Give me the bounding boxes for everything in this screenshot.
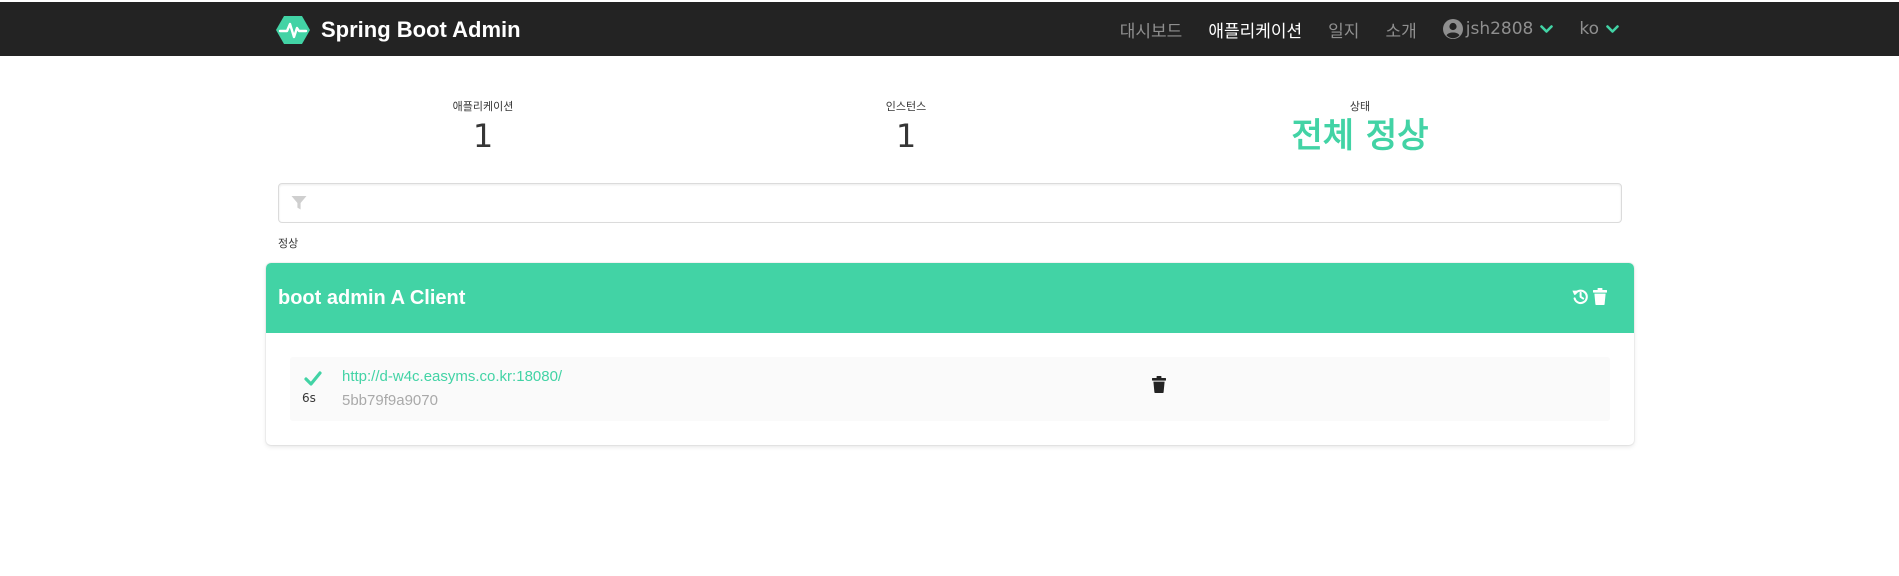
instance-age: 6s — [302, 391, 316, 405]
chevron-down-icon — [1540, 24, 1554, 33]
nav-item-about[interactable]: 소개 — [1385, 17, 1416, 42]
heartbeat-hexagon-icon — [276, 16, 310, 44]
application-actions — [1568, 288, 1607, 309]
chevron-down-icon — [1606, 24, 1619, 33]
nav-item-applications[interactable]: 애플리케이션 — [1208, 17, 1302, 42]
user-menu[interactable]: jsh2808 — [1442, 19, 1554, 39]
instance-url-link[interactable]: http://d-w4c.easyms.co.kr:18080/ — [342, 368, 562, 385]
filter-input[interactable] — [317, 184, 1607, 222]
language-menu[interactable]: ko — [1579, 19, 1619, 39]
user-name: jsh2808 — [1465, 19, 1534, 39]
application-card: boot admin A Client 6s http://d-w4c.easy… — [266, 263, 1634, 445]
brand[interactable]: Spring Boot Admin — [276, 14, 521, 46]
instance-row[interactable]: 6s http://d-w4c.easyms.co.kr:18080/ 5bb7… — [290, 357, 1610, 421]
application-header[interactable]: boot admin A Client — [266, 263, 1634, 333]
applications-stat: 애플리케이션 1 — [418, 100, 548, 156]
nav-menu: 대시보드 애플리케이션 일지 소개 jsh2808 ko — [1094, 2, 1619, 56]
instances-label: 인스턴스 — [885, 100, 927, 113]
language-value: ko — [1579, 19, 1599, 39]
instances-count: 1 — [895, 117, 917, 155]
instances-stat: 인스턴스 1 — [841, 100, 971, 156]
brand-title: Spring Boot Admin — [321, 17, 521, 42]
summary-stats: 애플리케이션 1 인스턴스 1 상태 전체 정상 — [278, 100, 1622, 162]
nav-item-dashboard[interactable]: 대시보드 — [1120, 17, 1183, 42]
instance-id: 5bb79f9a9070 — [342, 392, 438, 409]
trash-icon[interactable] — [1152, 376, 1166, 397]
status-stat: 상태 전체 정상 — [1260, 100, 1460, 156]
nav-item-journal[interactable]: 일지 — [1328, 17, 1359, 42]
status-label: 상태 — [1349, 100, 1371, 113]
user-circle-icon — [1442, 19, 1463, 39]
applications-label: 애플리케이션 — [452, 100, 514, 113]
trash-icon[interactable] — [1593, 288, 1607, 309]
application-name: boot admin A Client — [278, 287, 466, 309]
check-icon — [304, 371, 322, 386]
applications-count: 1 — [472, 117, 494, 155]
status-group-label: 정상 — [278, 237, 299, 250]
history-icon[interactable] — [1572, 288, 1589, 309]
filter-icon — [291, 196, 307, 210]
status-value: 전체 정상 — [1291, 116, 1429, 156]
top-navbar: Spring Boot Admin 대시보드 애플리케이션 일지 소개 jsh2… — [0, 2, 1899, 56]
filter-box — [278, 183, 1622, 223]
